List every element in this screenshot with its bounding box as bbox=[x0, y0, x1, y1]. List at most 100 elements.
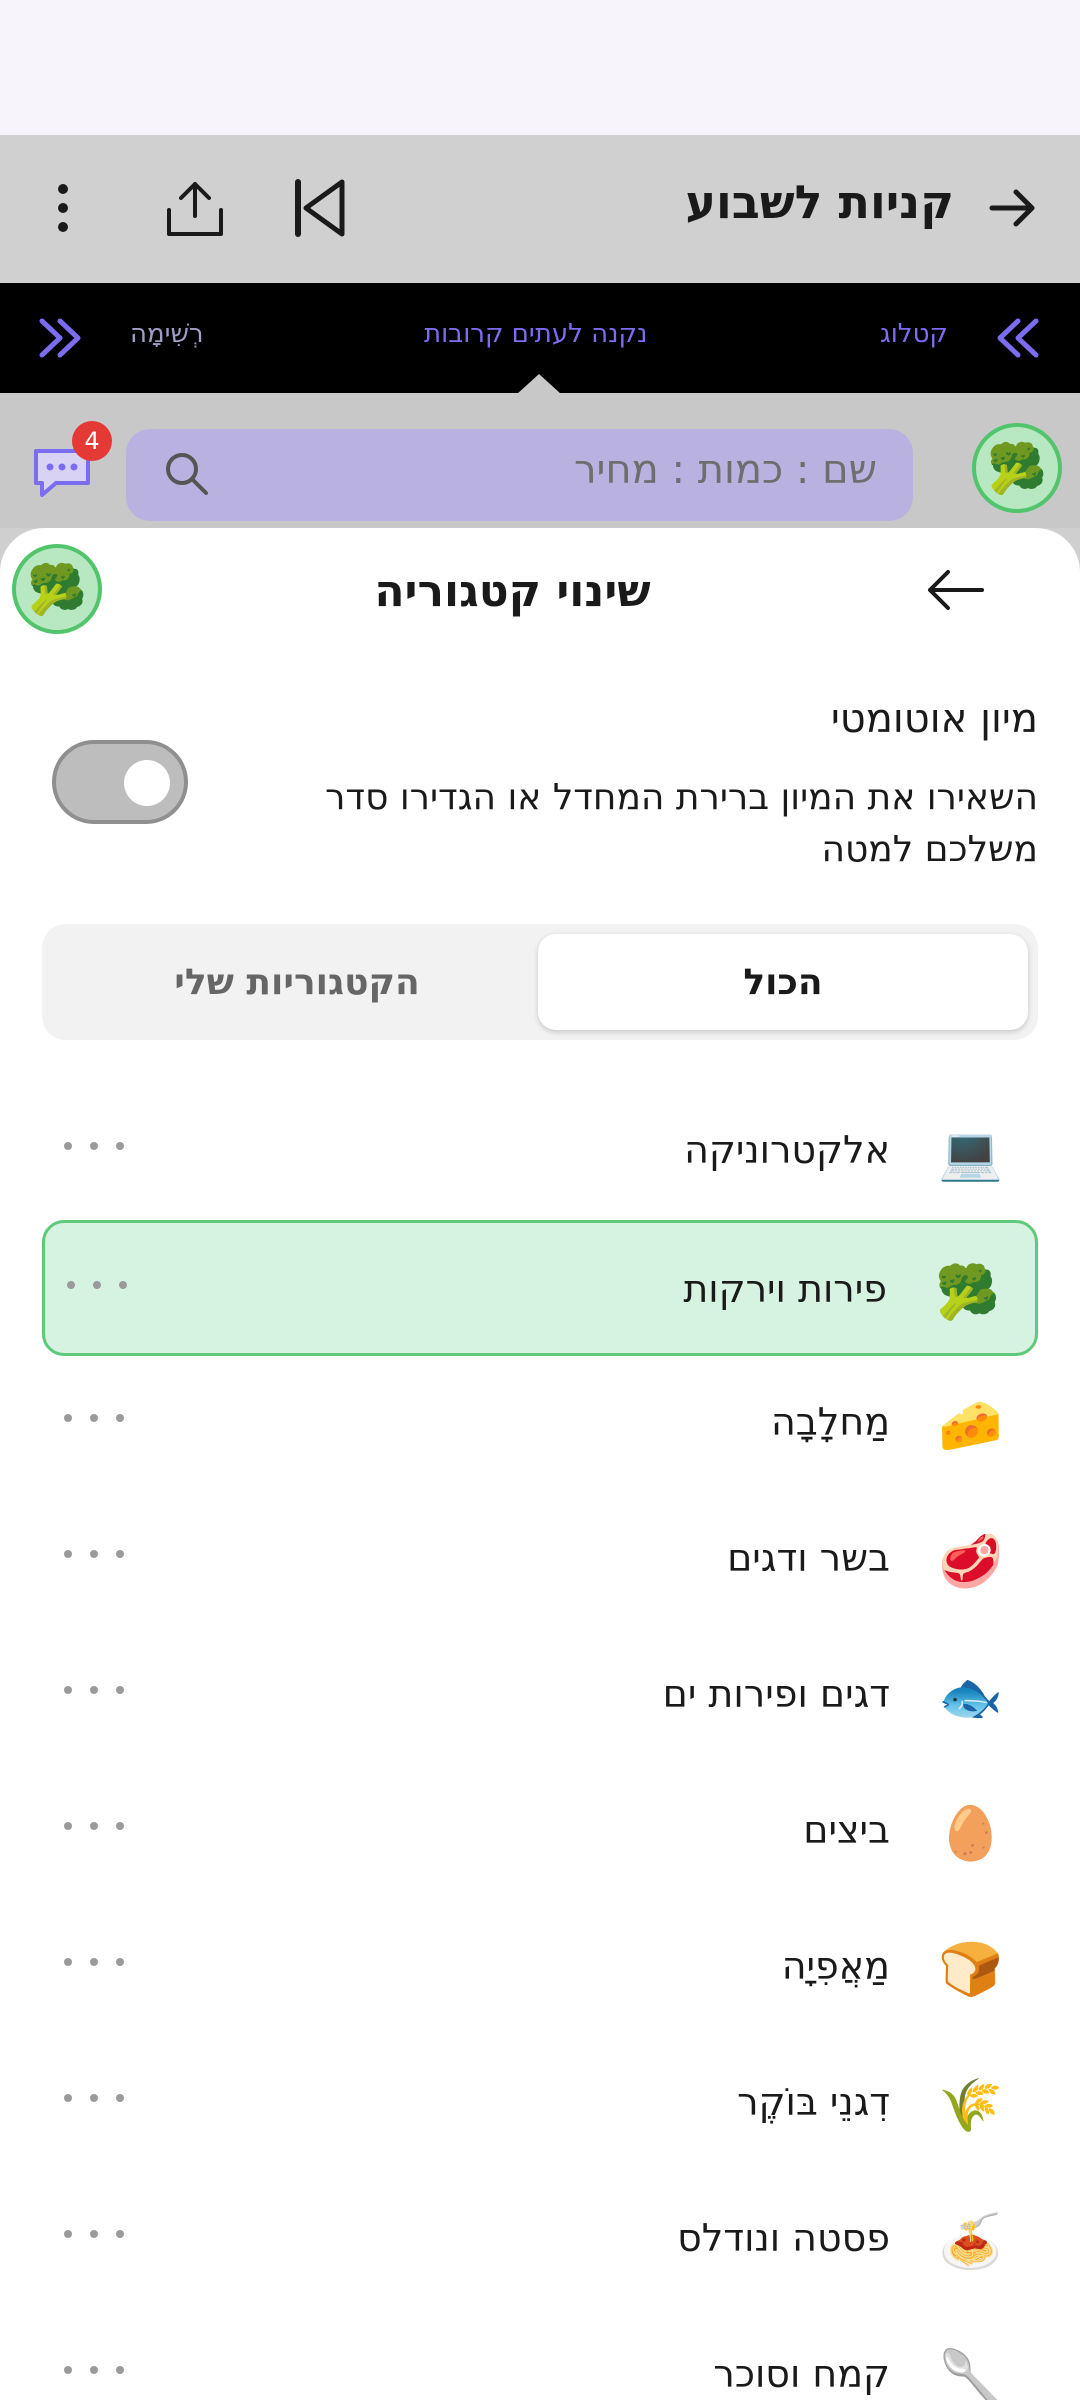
dot bbox=[116, 2094, 124, 2102]
category-name: פירות וירקות bbox=[683, 1267, 887, 1311]
dot bbox=[119, 1281, 127, 1289]
category-emoji-icon: 🍞 bbox=[938, 1940, 1003, 2000]
category-emoji-icon: 🌾 bbox=[938, 2076, 1003, 2136]
category-name: פסטה ונודלס bbox=[677, 2216, 890, 2260]
category-item[interactable]: 🥩 בשר ודגים bbox=[42, 1492, 1038, 1628]
more-horizontal-icon[interactable] bbox=[64, 1958, 124, 1974]
back-arrow-icon[interactable] bbox=[968, 163, 1058, 253]
dot bbox=[116, 2230, 124, 2238]
category-emoji-icon: 🥦 bbox=[935, 1263, 1000, 1323]
category-emoji-icon: 💻 bbox=[938, 1124, 1003, 1184]
tab-pointer bbox=[517, 374, 561, 394]
chat-icon[interactable]: 4 bbox=[30, 421, 112, 503]
category-emoji-icon: 🍝 bbox=[938, 2212, 1003, 2272]
category-item[interactable]: 🥚 ביצים bbox=[42, 1764, 1038, 1900]
dot bbox=[90, 1142, 98, 1150]
dot bbox=[67, 1281, 75, 1289]
tab-frequent[interactable]: נקנה לעתים קרובות bbox=[424, 319, 647, 349]
category-item[interactable]: 🍝 פסטה ונודלס bbox=[42, 2172, 1038, 2308]
category-emoji-icon: 🥩 bbox=[938, 1532, 1003, 1592]
more-horizontal-icon[interactable] bbox=[64, 1550, 124, 1566]
search-input[interactable]: שם : כמות : מחיר bbox=[126, 429, 913, 521]
category-segmented-control: הכול הקטגוריות שלי bbox=[42, 924, 1038, 1040]
category-list: 💻 אלקטרוניקה 🥦 פירות וירקות 🧀 מַחלָבָה 🥩 בשר וד… bbox=[0, 1084, 1080, 2400]
category-item[interactable]: 🥦 פירות וירקות bbox=[42, 1220, 1038, 1356]
dot bbox=[90, 1550, 98, 1558]
app-bar: קניות לשבוע bbox=[0, 135, 1080, 283]
more-vertical-icon[interactable] bbox=[18, 163, 108, 253]
back-arrow-icon[interactable] bbox=[920, 560, 1010, 620]
skip-previous-icon[interactable] bbox=[275, 163, 365, 253]
category-name: אלקטרוניקה bbox=[684, 1128, 890, 1172]
change-category-sheet: 🥦 שינוי קטגוריה מיון אוטומטי השאירו את ה… bbox=[0, 528, 1080, 2400]
category-item[interactable]: 🍞 מַאֲפִיָה bbox=[42, 1900, 1038, 2036]
dot bbox=[64, 2094, 72, 2102]
category-item[interactable]: 🥄 קמח וסוכר bbox=[42, 2308, 1038, 2400]
dot bbox=[116, 1414, 124, 1422]
dot bbox=[116, 1686, 124, 1694]
avatar[interactable]: 🥦 bbox=[972, 423, 1062, 513]
dot bbox=[64, 1822, 72, 1830]
more-horizontal-icon[interactable] bbox=[64, 1822, 124, 1838]
segment-my-categories[interactable]: הקטגוריות שלי bbox=[52, 934, 542, 1030]
dot bbox=[64, 1686, 72, 1694]
auto-sort-description: השאירו את המיון ברירת המחדל או הגדירו סד… bbox=[325, 777, 1038, 870]
tab-strip: רְשִׁימָה נקנה לעתים קרובות קטלוג bbox=[0, 283, 1080, 394]
dot bbox=[64, 2366, 72, 2374]
status-bar bbox=[0, 0, 1080, 135]
toggle-knob bbox=[124, 760, 170, 806]
dot bbox=[90, 2366, 98, 2374]
category-name: ביצים bbox=[803, 1808, 890, 1852]
category-item[interactable]: 💻 אלקטרוניקה bbox=[42, 1084, 1038, 1220]
dot bbox=[64, 2230, 72, 2238]
dot bbox=[64, 1142, 72, 1150]
sheet-title: שינוי קטגוריה bbox=[374, 566, 651, 617]
page-title: קניות לשבוע bbox=[685, 175, 954, 229]
dot bbox=[116, 1958, 124, 1966]
dot bbox=[93, 1281, 101, 1289]
category-name: מַחלָבָה bbox=[770, 1400, 890, 1444]
category-emoji-icon: 🥚 bbox=[938, 1804, 1003, 1864]
segment-all[interactable]: הכול bbox=[538, 934, 1028, 1030]
category-name: בשר ודגים bbox=[727, 1536, 890, 1580]
auto-sort-toggle[interactable] bbox=[52, 740, 188, 824]
search-icon[interactable] bbox=[162, 449, 212, 503]
search-placeholder: שם : כמות : מחיר bbox=[573, 447, 877, 493]
category-emoji-icon: 🐟 bbox=[938, 1668, 1003, 1728]
category-item[interactable]: 🧀 מַחלָבָה bbox=[42, 1356, 1038, 1492]
dot bbox=[90, 2230, 98, 2238]
more-horizontal-icon[interactable] bbox=[64, 1142, 124, 1158]
dot bbox=[116, 2366, 124, 2374]
double-chevron-right-icon[interactable] bbox=[992, 313, 1042, 367]
more-horizontal-icon[interactable] bbox=[64, 2366, 124, 2382]
tab-catalog[interactable]: קטלוג bbox=[880, 319, 948, 349]
dot bbox=[64, 1550, 72, 1558]
dot bbox=[116, 1550, 124, 1558]
category-name: מַאֲפִיָה bbox=[781, 1944, 890, 1988]
dot bbox=[64, 1414, 72, 1422]
more-horizontal-icon[interactable] bbox=[64, 1414, 124, 1430]
category-name: קמח וסוכר bbox=[713, 2352, 890, 2396]
category-name: דגים ופירות ים bbox=[662, 1672, 890, 1716]
more-horizontal-icon[interactable] bbox=[64, 1686, 124, 1702]
dot bbox=[90, 1822, 98, 1830]
dot bbox=[90, 1958, 98, 1966]
category-item[interactable]: 🌾 דִגנֵי בּוֹקֶר bbox=[42, 2036, 1038, 2172]
search-row: 4 שם : כמות : מחיר 🥦 bbox=[0, 393, 1080, 528]
category-item[interactable]: 🐟 דגים ופירות ים bbox=[42, 1628, 1038, 1764]
dot bbox=[116, 1822, 124, 1830]
share-icon[interactable] bbox=[150, 163, 240, 253]
category-emoji-icon: 🥄 bbox=[938, 2348, 1003, 2400]
category-name: דִגנֵי בּוֹקֶר bbox=[737, 2080, 890, 2124]
more-horizontal-icon[interactable] bbox=[67, 1281, 127, 1297]
dot bbox=[90, 2094, 98, 2102]
auto-sort-title: מיון אוטומטי bbox=[830, 696, 1038, 742]
dot bbox=[116, 1142, 124, 1150]
double-chevron-left-icon[interactable] bbox=[36, 313, 86, 367]
dot bbox=[90, 1414, 98, 1422]
more-horizontal-icon[interactable] bbox=[64, 2094, 124, 2110]
notification-badge: 4 bbox=[72, 421, 112, 461]
tab-list[interactable]: רְשִׁימָה bbox=[130, 319, 204, 349]
more-horizontal-icon[interactable] bbox=[64, 2230, 124, 2246]
dot bbox=[90, 1686, 98, 1694]
